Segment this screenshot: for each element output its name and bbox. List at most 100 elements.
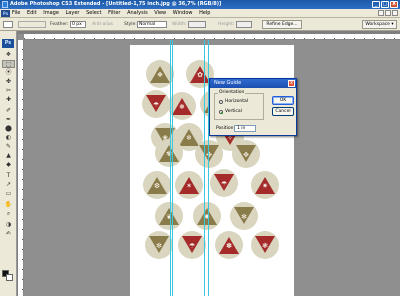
move-tool-icon[interactable]: ❖ <box>2 51 15 59</box>
path-selection-tool-icon[interactable]: ↗ <box>2 181 15 189</box>
medallion: ✤ <box>195 140 223 168</box>
eraser-tool-icon[interactable]: ✎ <box>2 143 15 151</box>
marquee-tool-icon[interactable] <box>3 21 13 28</box>
menu-window[interactable]: Window <box>173 10 193 16</box>
medallion: ☂ <box>142 90 170 118</box>
options-bar: Feather: 0 px Anti-alias Style: Normal W… <box>0 18 400 31</box>
ps-badge-icon: Ps <box>1 10 10 17</box>
close-button[interactable]: X <box>390 1 398 8</box>
cancel-button[interactable]: Cancel <box>272 107 294 116</box>
marquee-tool-icon[interactable]: ⬚ <box>2 60 15 68</box>
feather-input[interactable]: 0 px <box>70 21 86 28</box>
minimize-button[interactable]: _ <box>372 1 380 8</box>
position-input[interactable]: 1 in <box>234 125 256 132</box>
style-label: Style: <box>124 22 137 27</box>
selection-mode-buttons[interactable] <box>18 21 46 28</box>
menu-bar: Ps File Edit Image Layer Select Filter A… <box>0 9 400 18</box>
refine-edge-button[interactable]: Refine Edge... <box>262 20 302 29</box>
photoshop-app-icon <box>2 1 8 8</box>
vertical-ruler[interactable] <box>18 40 24 296</box>
medallion: ✷ <box>251 171 279 199</box>
ornament-icon: ✷ <box>262 182 268 190</box>
shape-tool-icon[interactable]: ▭ <box>2 190 15 198</box>
brush-tool-icon[interactable]: ✒ <box>2 116 15 124</box>
medallion: ✥ <box>232 140 260 168</box>
style-select[interactable]: Normal <box>137 21 167 28</box>
toolbox: Ps ❖ ⬚ ⦿ ✤ ✂ ✚ ✐ ✒ ⬤ ◐ ✎ ▲ ◆ T ↗ ▭ ✋ ⌕ ◑… <box>0 31 17 296</box>
lasso-tool-icon[interactable]: ⦿ <box>2 69 15 77</box>
vertical-guide[interactable] <box>170 40 171 296</box>
medallion: ✼ <box>145 231 173 259</box>
radio-button-selected-icon <box>219 110 223 114</box>
zoom-tool-icon[interactable]: ⌕ <box>2 210 15 218</box>
radio-horizontal[interactable]: Horizontal <box>219 99 261 105</box>
antialias-checkbox[interactable]: Anti-alias <box>92 21 113 28</box>
medallion: ✽ <box>215 231 243 259</box>
medallion: ✾ <box>155 139 183 167</box>
medallion: ☂ <box>178 231 206 259</box>
doc-close-icon[interactable] <box>392 10 398 16</box>
medallion: ❦ <box>155 202 183 230</box>
vertical-guide[interactable] <box>172 40 173 296</box>
feather-label: Feather: <box>50 22 69 27</box>
background-color-swatch[interactable] <box>6 274 13 281</box>
radio-button-icon <box>219 100 223 104</box>
healing-brush-tool-icon[interactable]: ✐ <box>2 107 15 115</box>
ornament-icon: ☂ <box>152 101 160 109</box>
menu-filter[interactable]: Filter <box>108 10 120 16</box>
radio-vertical[interactable]: Vertical <box>219 109 261 115</box>
orientation-label: Orientation <box>218 90 246 95</box>
menu-image[interactable]: Image <box>43 10 59 16</box>
notes-tool-icon[interactable]: ✍ <box>2 230 15 238</box>
ornament-icon: ✽ <box>226 242 232 250</box>
dialog-close-button[interactable]: x <box>288 80 295 87</box>
maximize-button[interactable]: □ <box>381 1 389 8</box>
slice-tool-icon[interactable]: ✚ <box>2 96 15 104</box>
magic-wand-tool-icon[interactable]: ✤ <box>2 78 15 86</box>
blur-tool-icon[interactable]: ◆ <box>2 161 15 169</box>
menu-select[interactable]: Select <box>86 10 101 16</box>
menu-edit[interactable]: Edit <box>27 10 37 16</box>
horizontal-ruler[interactable] <box>24 34 400 40</box>
type-tool-icon[interactable]: T <box>2 172 15 180</box>
workspace-button[interactable]: Workspace ▾ <box>362 20 397 29</box>
menu-analysis[interactable]: Analysis <box>127 10 148 16</box>
ornament-icon: ❖ <box>156 71 164 79</box>
ornament-icon: ✥ <box>243 151 249 159</box>
medallion: ✹ <box>193 202 221 230</box>
gradient-tool-icon[interactable]: ▲ <box>2 152 15 160</box>
menu-file[interactable]: File <box>12 10 20 16</box>
ornament-icon: ✼ <box>156 242 162 250</box>
width-input[interactable] <box>188 21 206 28</box>
menu-view[interactable]: View <box>154 10 166 16</box>
vertical-guide[interactable] <box>204 40 205 296</box>
ok-button[interactable]: OK <box>272 96 294 105</box>
menu-layer[interactable]: Layer <box>66 10 80 16</box>
ornament-icon: ❄ <box>186 134 192 142</box>
ornament-icon: ❅ <box>179 103 185 111</box>
ps-logo-icon: Ps <box>2 39 14 48</box>
ornament-icon: ❆ <box>154 182 160 190</box>
title-bar: Adobe Photoshop CS3 Extended - [Untitled… <box>0 0 400 9</box>
hand-tool-icon[interactable]: ✋ <box>2 201 15 209</box>
height-input[interactable] <box>236 21 252 28</box>
medallion: ✶ <box>175 171 203 199</box>
eyedropper-tool-icon[interactable]: ◑ <box>2 221 15 229</box>
doc-restore-icon[interactable] <box>385 10 391 16</box>
ornament-icon: ☂ <box>188 242 196 250</box>
ornament-icon: ✤ <box>206 151 212 159</box>
ornament-icon: ✶ <box>186 182 192 190</box>
medallion: ❆ <box>143 171 171 199</box>
history-brush-tool-icon[interactable]: ◐ <box>2 134 15 142</box>
medallion: ☂ <box>210 169 238 197</box>
clone-stamp-tool-icon[interactable]: ⬤ <box>2 125 15 133</box>
height-label: Height: <box>218 22 235 27</box>
menu-help[interactable]: Help <box>199 10 210 16</box>
doc-minimize-icon[interactable] <box>378 10 384 16</box>
medallion: ✻ <box>230 202 258 230</box>
orientation-group <box>214 93 264 120</box>
width-label: Width: <box>172 22 187 27</box>
medallion: ❃ <box>251 231 279 259</box>
ornament-icon: ☂ <box>220 180 228 188</box>
crop-tool-icon[interactable]: ✂ <box>2 87 15 95</box>
